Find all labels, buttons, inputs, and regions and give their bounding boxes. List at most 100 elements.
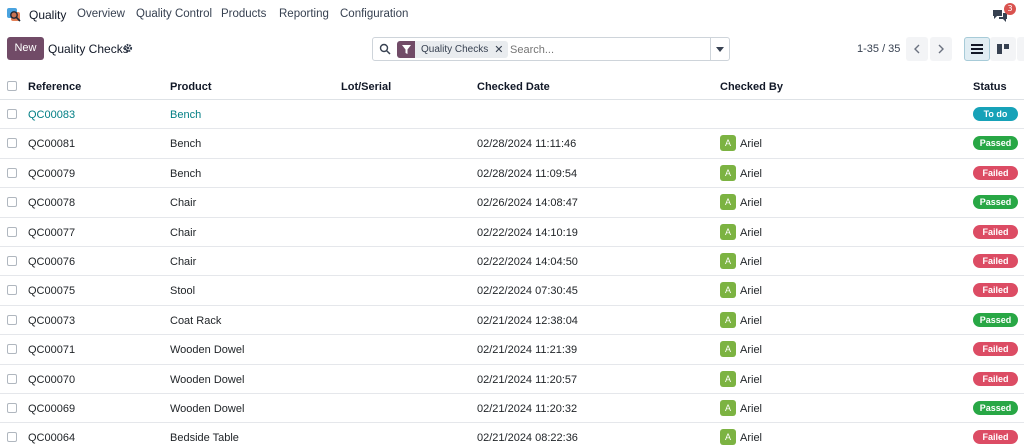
pager-value[interactable]: 1-35 / 35: [857, 43, 900, 55]
avatar[interactable]: A: [720, 194, 736, 211]
row-checkbox[interactable]: [7, 314, 17, 325]
table-row[interactable]: QC00076 Chair 02/22/2024 14:04:50 A Ariel Fai…: [0, 247, 1024, 277]
status-badge: Failed: [973, 253, 1018, 268]
cell-product[interactable]: Wooden Dowel: [170, 403, 244, 415]
row-checkbox[interactable]: [7, 138, 17, 149]
header-product[interactable]: Product: [170, 81, 212, 93]
cell-checked-by: Ariel: [740, 255, 763, 268]
cell-reference[interactable]: QC00073: [28, 315, 75, 327]
cell-checked-date: 02/21/2024 11:21:39: [477, 344, 578, 357]
cell-reference[interactable]: QC00076: [28, 256, 75, 268]
kanban-icon: [997, 44, 1009, 54]
table-row[interactable]: QC00077 Chair 02/22/2024 14:10:19 A Ariel Fai…: [0, 218, 1024, 247]
row-checkbox[interactable]: [7, 402, 17, 413]
avatar[interactable]: A: [720, 135, 736, 152]
kanban-view-button[interactable]: [990, 37, 1016, 61]
row-checkbox[interactable]: [7, 167, 17, 178]
more-views-button[interactable]: [1017, 37, 1024, 61]
header-lot-serial[interactable]: Lot/Serial: [341, 81, 391, 93]
filter-icon: [397, 41, 415, 58]
row-checkbox[interactable]: [7, 285, 17, 296]
cell-product[interactable]: Chair: [170, 197, 196, 209]
nav-brand[interactable]: Quality: [29, 8, 66, 22]
table-row[interactable]: QC00079 Bench 02/28/2024 11:09:54 A Ariel Fai…: [0, 159, 1024, 189]
row-checkbox[interactable]: [7, 432, 17, 443]
header-checked-date[interactable]: Checked Date: [477, 81, 550, 93]
table-row[interactable]: QC00081 Bench 02/28/2024 11:11:46 A Ariel Pas…: [0, 129, 1024, 159]
table-row[interactable]: QC00071 Wooden Dowel 02/21/2024 11:21:39 A A…: [0, 335, 1024, 365]
nav-overview[interactable]: Overview: [77, 8, 125, 20]
row-checkbox[interactable]: [7, 226, 17, 237]
table-row[interactable]: QC00078 Chair 02/26/2024 14:08:47 A Ariel Pas…: [0, 188, 1024, 218]
nav-products[interactable]: Products: [221, 8, 266, 20]
nav-quality-control[interactable]: Quality Control: [136, 8, 212, 20]
avatar[interactable]: A: [720, 429, 736, 445]
page-title: Quality Checks: [48, 42, 129, 56]
avatar[interactable]: A: [720, 252, 736, 269]
table-row[interactable]: QC00069 Wooden Dowel 02/21/2024 11:20:32 A A…: [0, 394, 1024, 424]
cell-reference[interactable]: QC00077: [28, 227, 75, 239]
cell-reference[interactable]: QC00075: [28, 285, 75, 297]
table-row[interactable]: QC00073 Coat Rack 02/21/2024 12:38:04 A Arie…: [0, 306, 1024, 336]
nav-configuration[interactable]: Configuration: [340, 8, 408, 20]
header-status[interactable]: Status: [973, 81, 1007, 93]
cell-reference[interactable]: QC00070: [28, 374, 75, 386]
cell-product[interactable]: Bedside Table: [170, 432, 239, 444]
new-button[interactable]: New: [7, 37, 44, 60]
table-row[interactable]: QC00064 Bedside Table 02/21/2024 08:22:36 A…: [0, 423, 1024, 445]
row-checkbox[interactable]: [7, 109, 17, 119]
cell-reference[interactable]: QC00083: [28, 109, 75, 121]
select-all-checkbox[interactable]: [7, 81, 17, 91]
pager-previous-button[interactable]: [906, 37, 928, 61]
status-badge: Passed: [973, 136, 1018, 151]
row-checkbox[interactable]: [7, 255, 17, 266]
cell-reference[interactable]: QC00069: [28, 403, 75, 415]
cell-product[interactable]: Bench: [170, 109, 201, 121]
cell-product[interactable]: Wooden Dowel: [170, 344, 244, 356]
header-reference[interactable]: Reference: [28, 81, 81, 93]
cell-product[interactable]: Wooden Dowel: [170, 374, 244, 386]
table-row[interactable]: QC00083 Bench To do: [0, 100, 1024, 130]
avatar[interactable]: A: [720, 164, 736, 181]
quality-app-icon[interactable]: [6, 7, 22, 23]
avatar[interactable]: A: [720, 341, 736, 358]
row-checkbox[interactable]: [7, 373, 17, 384]
cell-checked-by: Ariel: [740, 197, 763, 210]
row-checkbox[interactable]: [7, 344, 17, 355]
chevron-right-icon: [938, 44, 944, 54]
table-header: Reference Product Lot/Serial Checked Dat…: [0, 72, 1024, 100]
avatar[interactable]: A: [720, 399, 736, 416]
table-row[interactable]: QC00075 Stool 02/22/2024 07:30:45 A Ariel Fai…: [0, 276, 1024, 306]
search-options-toggle[interactable]: [710, 37, 730, 61]
cell-product[interactable]: Chair: [170, 256, 196, 268]
list-view-button[interactable]: [964, 37, 990, 61]
cell-reference[interactable]: QC00078: [28, 197, 75, 209]
cell-product[interactable]: Coat Rack: [170, 315, 221, 327]
messages-button[interactable]: 3: [992, 3, 1016, 24]
avatar[interactable]: A: [720, 370, 736, 387]
cell-reference[interactable]: QC00081: [28, 138, 75, 150]
cell-reference[interactable]: QC00079: [28, 168, 75, 180]
status-badge: Failed: [973, 371, 1018, 386]
cell-product[interactable]: Stool: [170, 285, 195, 297]
cell-product[interactable]: Bench: [170, 138, 201, 150]
cell-checked-by: Ariel: [740, 402, 763, 415]
cell-reference[interactable]: QC00064: [28, 432, 75, 444]
search-input[interactable]: [510, 42, 700, 57]
cell-product[interactable]: Chair: [170, 227, 196, 239]
avatar[interactable]: A: [720, 311, 736, 328]
pager-next-button[interactable]: [930, 37, 952, 61]
avatar[interactable]: A: [720, 282, 736, 299]
avatar[interactable]: A: [720, 223, 736, 240]
nav-reporting[interactable]: Reporting: [279, 8, 329, 20]
header-checked-by[interactable]: Checked By: [720, 81, 783, 93]
row-checkbox[interactable]: [7, 197, 17, 208]
status-badge: Failed: [973, 283, 1018, 298]
cell-product[interactable]: Bench: [170, 168, 201, 180]
cell-checked-by: Ariel: [740, 167, 763, 180]
cell-reference[interactable]: QC00071: [28, 344, 75, 356]
gear-icon[interactable]: [123, 43, 133, 53]
close-icon[interactable]: ✕: [494, 43, 508, 56]
status-badge: Passed: [973, 400, 1018, 415]
table-row[interactable]: QC00070 Wooden Dowel 02/21/2024 11:20:57 A A…: [0, 365, 1024, 394]
